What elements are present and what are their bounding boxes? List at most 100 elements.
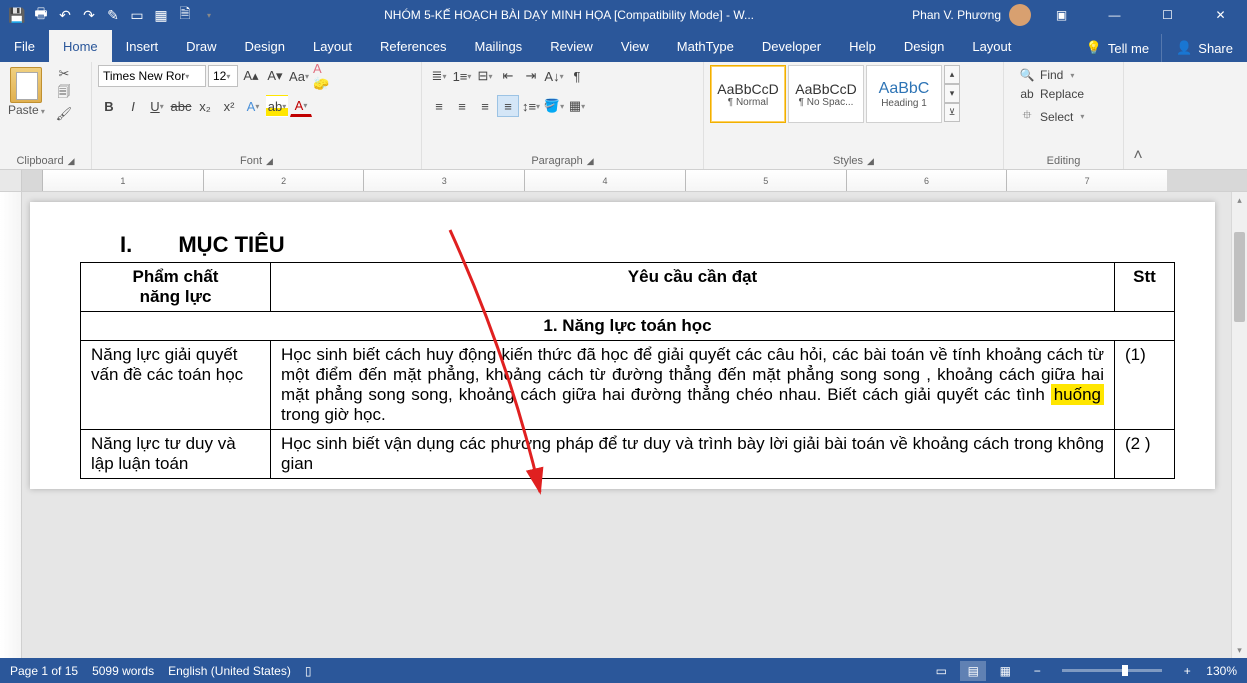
paste-button[interactable]: Paste (6, 65, 47, 119)
undo-icon[interactable]: ↶ (56, 6, 74, 24)
format-painter-icon[interactable]: 🖌 (55, 105, 73, 123)
decrease-indent-icon[interactable]: ⇤ (497, 65, 519, 87)
show-marks-icon[interactable]: ¶ (566, 65, 588, 87)
align-left-icon[interactable]: ≡ (428, 95, 450, 117)
page[interactable]: I. MỤC TIÊU Phẩm chất năng lực Yêu cầu c… (30, 202, 1215, 489)
replace-button[interactable]: abReplace (1016, 86, 1087, 102)
redo-icon[interactable]: ↷ (80, 6, 98, 24)
bullets-icon[interactable]: ≣ (428, 65, 450, 87)
grow-font-icon[interactable]: A▴ (240, 65, 262, 87)
tab-layout[interactable]: Layout (299, 30, 366, 62)
status-page[interactable]: Page 1 of 15 (10, 664, 78, 678)
close-icon[interactable]: ✕ (1198, 0, 1243, 30)
vertical-ruler[interactable] (0, 192, 22, 658)
tab-view[interactable]: View (607, 30, 663, 62)
numbering-icon[interactable]: 1≡ (451, 65, 473, 87)
qat-icon-6[interactable]: ▭ (128, 6, 146, 24)
increase-indent-icon[interactable]: ⇥ (520, 65, 542, 87)
style-normal[interactable]: AaBbCcD ¶ Normal (710, 65, 786, 123)
tab-insert[interactable]: Insert (112, 30, 173, 62)
change-case-icon[interactable]: Aa (288, 65, 310, 87)
tab-table-design[interactable]: Design (890, 30, 958, 62)
read-mode-icon[interactable]: ▭ (928, 661, 954, 681)
tab-design[interactable]: Design (231, 30, 299, 62)
tab-file[interactable]: File (0, 30, 49, 62)
font-size-input[interactable]: 12 (208, 65, 238, 87)
underline-button[interactable]: U (146, 95, 168, 117)
font-name-input[interactable]: Times New Ror (98, 65, 206, 87)
web-layout-icon[interactable]: ▦ (992, 661, 1018, 681)
highlight-icon[interactable]: ab (266, 95, 288, 117)
tab-home[interactable]: Home (49, 30, 112, 62)
style-heading1[interactable]: AaBbC Heading 1 (866, 65, 942, 123)
ribbon-display-options-icon[interactable]: ▣ (1039, 0, 1084, 30)
zoom-out-icon[interactable]: − (1024, 661, 1050, 681)
zoom-handle[interactable] (1122, 665, 1128, 676)
borders-icon[interactable]: ▦ (566, 95, 588, 117)
copy-icon[interactable]: 🗐 (55, 85, 73, 103)
subscript-button[interactable]: x₂ (194, 95, 216, 117)
vertical-scrollbar[interactable]: ▴ ▾ (1231, 192, 1247, 658)
style-no-spacing[interactable]: AaBbCcD ¶ No Spac... (788, 65, 864, 123)
shrink-font-icon[interactable]: A▾ (264, 65, 286, 87)
qat-customize-icon[interactable] (200, 6, 218, 24)
tab-draw[interactable]: Draw (172, 30, 230, 62)
tab-review[interactable]: Review (536, 30, 607, 62)
tab-references[interactable]: References (366, 30, 460, 62)
sort-icon[interactable]: A↓ (543, 65, 565, 87)
tab-help[interactable]: Help (835, 30, 890, 62)
styles-launcher-icon[interactable]: ◢ (867, 156, 874, 167)
document-content[interactable]: I. MỤC TIÊU Phẩm chất năng lực Yêu cầu c… (80, 232, 1175, 479)
print-layout-icon[interactable]: ▤ (960, 661, 986, 681)
multilevel-list-icon[interactable]: ⊟ (474, 65, 496, 87)
avatar[interactable] (1009, 4, 1031, 26)
maximize-icon[interactable]: ☐ (1145, 0, 1190, 30)
tab-mathtype[interactable]: MathType (663, 30, 748, 62)
collapse-ribbon-icon[interactable]: ˄ (1124, 62, 1152, 169)
bold-button[interactable]: B (98, 95, 120, 117)
zoom-in-icon[interactable]: + (1174, 661, 1200, 681)
text-effects-icon[interactable]: A (242, 95, 264, 117)
tab-developer[interactable]: Developer (748, 30, 835, 62)
paragraph-launcher-icon[interactable]: ◢ (587, 156, 594, 167)
align-center-icon[interactable]: ≡ (451, 95, 473, 117)
styles-expand-icon[interactable]: ⊻ (944, 103, 960, 122)
styles-scroll-up-icon[interactable]: ▴ (944, 65, 960, 84)
qat-icon-8[interactable]: 🗎 (176, 6, 194, 24)
qat-icon-5[interactable]: ✎ (104, 6, 122, 24)
tell-me-search[interactable]: 💡 Tell me (1074, 34, 1161, 62)
scroll-up-icon[interactable]: ▴ (1232, 192, 1247, 208)
horizontal-ruler[interactable]: 1 2 3 4 5 6 7 (0, 170, 1247, 192)
superscript-button[interactable]: x² (218, 95, 240, 117)
find-button[interactable]: 🔍Find▾ (1016, 67, 1087, 83)
save-icon[interactable]: 💾 (8, 6, 26, 24)
strikethrough-button[interactable]: abc (170, 95, 192, 117)
user-name[interactable]: Phan V. Phương (912, 8, 1001, 22)
font-launcher-icon[interactable]: ◢ (266, 156, 273, 167)
document-area[interactable]: I. MỤC TIÊU Phẩm chất năng lực Yêu cầu c… (0, 192, 1231, 658)
clear-formatting-icon[interactable]: A🧽 (312, 65, 334, 87)
tab-table-layout[interactable]: Layout (958, 30, 1025, 62)
styles-scroll-down-icon[interactable]: ▾ (944, 84, 960, 103)
select-button[interactable]: ⯐Select▾ (1016, 105, 1087, 128)
scroll-down-icon[interactable]: ▾ (1232, 642, 1247, 658)
macro-recording-icon[interactable]: ▯ (305, 664, 312, 678)
quick-print-icon[interactable]: 🖶 (32, 6, 50, 24)
qat-icon-7[interactable]: ▦ (152, 6, 170, 24)
status-language[interactable]: English (United States) (168, 664, 291, 678)
zoom-slider[interactable] (1062, 669, 1162, 672)
minimize-icon[interactable]: — (1092, 0, 1137, 30)
share-button[interactable]: 👤 Share (1161, 34, 1247, 62)
italic-button[interactable]: I (122, 95, 144, 117)
line-spacing-icon[interactable]: ↕≡ (520, 95, 542, 117)
font-color-icon[interactable]: A (290, 95, 312, 117)
scrollbar-thumb[interactable] (1234, 232, 1245, 322)
status-words[interactable]: 5099 words (92, 664, 154, 678)
tab-mailings[interactable]: Mailings (461, 30, 537, 62)
zoom-level[interactable]: 130% (1206, 664, 1237, 678)
justify-icon[interactable]: ≡ (497, 95, 519, 117)
clipboard-launcher-icon[interactable]: ◢ (68, 156, 75, 167)
cut-icon[interactable]: ✂ (55, 65, 73, 83)
align-right-icon[interactable]: ≡ (474, 95, 496, 117)
shading-icon[interactable]: 🪣 (543, 95, 565, 117)
